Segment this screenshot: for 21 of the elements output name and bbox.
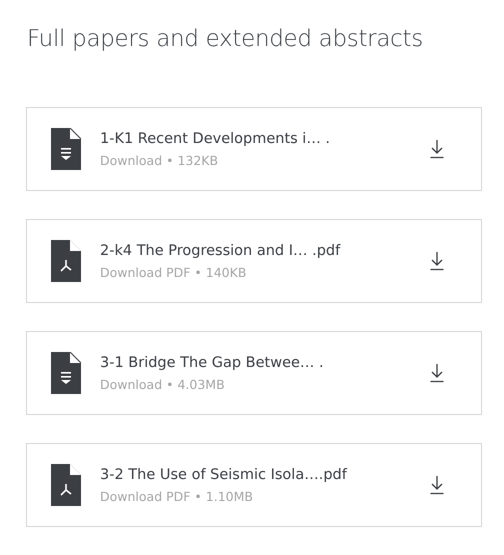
file-name[interactable]: 2-k4 The Progression and I… .pdf (100, 242, 340, 258)
download-icon (429, 363, 445, 383)
page-heading: Full papers and extended abstracts (27, 26, 423, 52)
file-name[interactable]: 3-1 Bridge The Gap Betwee… . (100, 354, 324, 370)
download-button[interactable] (429, 363, 445, 383)
download-button[interactable] (429, 139, 445, 159)
file-name[interactable]: 1-K1 Recent Developments i… . (100, 130, 330, 146)
file-size: Download PDF • 1.10MB (100, 488, 253, 504)
pdf-file-icon (51, 464, 81, 506)
download-icon (429, 139, 445, 159)
document-icon (51, 128, 81, 170)
file-size: Download • 132KB (100, 152, 218, 168)
pdf-file-icon (51, 240, 81, 282)
download-icon (429, 251, 445, 271)
file-size: Download • 4.03MB (100, 376, 225, 392)
file-size: Download PDF • 140KB (100, 264, 246, 280)
download-button[interactable] (429, 475, 445, 495)
download-button[interactable] (429, 251, 445, 271)
download-icon (429, 475, 445, 495)
file-name[interactable]: 3-2 The Use of Seismic Isola….pdf (100, 466, 347, 482)
document-icon (51, 352, 81, 394)
